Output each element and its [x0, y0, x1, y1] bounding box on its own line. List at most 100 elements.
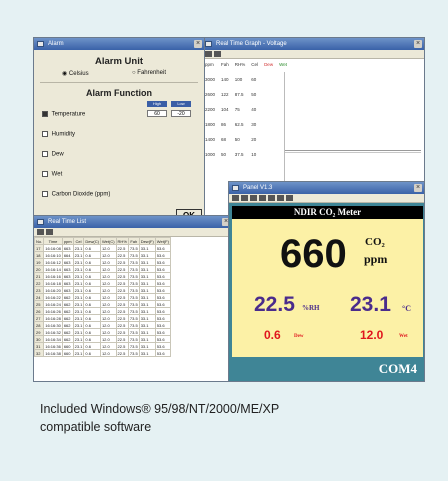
- table-cell: 27: [34, 314, 45, 322]
- scale-cell: 140: [221, 77, 229, 82]
- table-cell: 53.6: [154, 265, 171, 273]
- table-row[interactable]: 31 16:16:36 660 23.1 0.6 12.0 22.5 73.5 33.1 53.6: [34, 342, 171, 350]
- table-cell: 53.6: [154, 293, 171, 301]
- settings-icon[interactable]: [268, 195, 275, 201]
- table-cell: 33.1: [138, 300, 156, 308]
- list-icon[interactable]: [250, 195, 257, 201]
- table-cell: 0.6: [83, 244, 101, 252]
- plot-line-wet: [285, 152, 421, 153]
- table-cell: 16:16:24: [43, 300, 63, 308]
- table-row[interactable]: 32 16:16:38 660 23.1 0.6 12.0 22.5 73.5 33.1 53.6: [34, 349, 171, 357]
- table-cell: 33.1: [138, 251, 156, 259]
- table-cell: 31: [34, 342, 45, 350]
- caption-line-1: Included Windows® 95/98/NT/2000/ME/XP: [40, 402, 280, 416]
- high-value-input[interactable]: 60: [147, 110, 167, 117]
- table-cell: 73.5: [127, 321, 140, 329]
- alarm-icon[interactable]: [277, 195, 284, 201]
- table-row[interactable]: 28 16:16:30 662 23.1 0.6 12.0 22.5 73.5 33.1 53.6: [34, 321, 171, 329]
- table-cell: 24: [34, 293, 45, 301]
- table-cell: 12.0: [99, 293, 117, 301]
- panel-close-button[interactable]: ×: [414, 184, 422, 192]
- alarm-title-bar[interactable]: Alarm ×: [34, 38, 204, 50]
- table-cell: 23.1: [72, 258, 85, 266]
- move-icon[interactable]: [205, 51, 212, 57]
- table-row[interactable]: 20 16:16:14 663 23.1 0.6 12.0 22.5 73.5 33.1 53.6: [34, 265, 171, 273]
- radio-celsius[interactable]: ◉ Celsius: [62, 70, 89, 77]
- col-header: Wet(F): [154, 237, 171, 245]
- function-humidity[interactable]: Humidity: [42, 131, 75, 138]
- panel-toolbar: [229, 194, 424, 203]
- table-cell: 12.0: [99, 279, 117, 287]
- function-wet[interactable]: Wet: [42, 171, 62, 178]
- graph-close-button[interactable]: ×: [414, 40, 422, 48]
- function-co2[interactable]: Carbon Dioxide (ppm): [42, 191, 110, 198]
- alarm-unit-heading: Alarm Unit: [94, 56, 144, 67]
- alarm-close-button[interactable]: ×: [194, 40, 202, 48]
- function-dew[interactable]: Dew: [42, 151, 64, 158]
- table-row[interactable]: 29 16:16:32 662 23.1 0.6 12.0 22.5 73.5 33.1 53.6: [34, 328, 171, 336]
- table-cell: 53.6: [154, 251, 171, 259]
- panel-window-icon: [232, 185, 239, 191]
- table-cell: 663: [61, 258, 74, 266]
- low-value-input[interactable]: -20: [171, 110, 191, 117]
- col-header: Time: [43, 237, 63, 245]
- table-cell: 73.5: [127, 335, 140, 343]
- table-cell: 663: [61, 272, 74, 280]
- table-row[interactable]: 21 16:16:16 663 23.1 0.6 12.0 22.5 73.5 33.1 53.6: [34, 272, 171, 280]
- table-cell: 23.1: [72, 244, 85, 252]
- table-cell: 33.1: [138, 314, 156, 322]
- table-row[interactable]: 19 16:16:12 663 23.1 0.6 12.0 22.5 73.5 33.1 53.6: [34, 258, 171, 266]
- panel-title-bar[interactable]: Panel V1.3 ×: [229, 182, 424, 194]
- scale-cell: 50: [251, 92, 257, 97]
- graph-icon[interactable]: [259, 195, 266, 201]
- table-row[interactable]: 23 16:16:20 663 23.1 0.6 12.0 22.5 73.5 33.1 53.6: [34, 286, 171, 294]
- table-cell: 33.1: [138, 265, 156, 273]
- table-row[interactable]: 26 16:16:26 662 23.1 0.6 12.0 22.5 73.5 33.1 53.6: [34, 307, 171, 315]
- table-row[interactable]: 24 16:16:22 662 23.1 0.6 12.0 22.5 73.5 33.1 53.6: [34, 293, 171, 301]
- table-cell: 20: [34, 265, 45, 273]
- table-cell: 16:16:22: [43, 293, 63, 301]
- function-wet-label: Wet: [51, 171, 63, 178]
- table-cell: 22.5: [115, 293, 129, 301]
- table-row[interactable]: 30 16:16:34 662 23.1 0.6 12.0 22.5 73.5 33.1 53.6: [34, 335, 171, 343]
- table-cell: 22.5: [115, 279, 129, 287]
- checkbox-icon: [42, 151, 48, 157]
- open-icon[interactable]: [241, 195, 248, 201]
- table-row[interactable]: 25 16:16:24 662 23.1 0.6 12.0 22.5 73.5 33.1 53.6: [34, 300, 171, 308]
- list-title-bar[interactable]: Real Time List ×: [34, 216, 232, 228]
- alarm-divider: [40, 82, 198, 83]
- graph-title: Real Time Graph - Voltage: [216, 41, 287, 47]
- save-icon[interactable]: [37, 229, 44, 235]
- table-cell: 23.1: [72, 321, 85, 329]
- function-temperature[interactable]: Temperature: [42, 111, 85, 118]
- table-cell: 23.1: [72, 314, 85, 322]
- scale-header-fah: Fah: [221, 62, 229, 67]
- table-cell: 32: [34, 349, 45, 357]
- connect-icon[interactable]: [286, 195, 293, 201]
- table-row[interactable]: 18 16:16:10 664 23.1 0.6 12.0 22.5 73.5 33.1 53.6: [34, 251, 171, 259]
- panel-title: Panel V1.3: [243, 185, 273, 191]
- graph-title-bar[interactable]: Real Time Graph - Voltage ×: [202, 38, 424, 50]
- scale-cell: 86: [221, 122, 227, 127]
- table-row[interactable]: 17 16:16:08 663 23.1 0.6 12.0 22.5 73.5 33.1 53.6: [34, 244, 171, 252]
- save-icon[interactable]: [232, 195, 239, 201]
- table-cell: 73.5: [127, 314, 140, 322]
- table-cell: 662: [61, 314, 74, 322]
- print-icon[interactable]: [46, 229, 53, 235]
- table-row[interactable]: 22 16:16:18 663 23.1 0.6 12.0 22.5 73.5 33.1 53.6: [34, 279, 171, 287]
- radio-fahrenheit[interactable]: ○ Fahrenheit: [132, 70, 166, 76]
- col-header: RH%: [115, 237, 129, 245]
- low-label: Low: [171, 101, 191, 107]
- table-row[interactable]: 27 16:16:28 662 23.1 0.6 12.0 22.5 73.5 33.1 53.6: [34, 314, 171, 322]
- zoom-icon[interactable]: [214, 51, 221, 57]
- table-cell: 22.5: [115, 328, 129, 336]
- table-cell: 23.1: [72, 286, 85, 294]
- table-cell: 16:16:28: [43, 314, 63, 322]
- table-cell: 662: [61, 307, 74, 315]
- list-table: No. Time ppm Cel Dew(C) Wet(C) RH% Fah D…: [34, 237, 171, 357]
- co2-unit-bottom: ppm: [364, 252, 388, 266]
- table-cell: 12.0: [99, 258, 117, 266]
- table-cell: 0.6: [83, 328, 101, 336]
- col-header: Dew(F): [138, 237, 156, 245]
- radio-selected-icon: ◉: [62, 71, 68, 77]
